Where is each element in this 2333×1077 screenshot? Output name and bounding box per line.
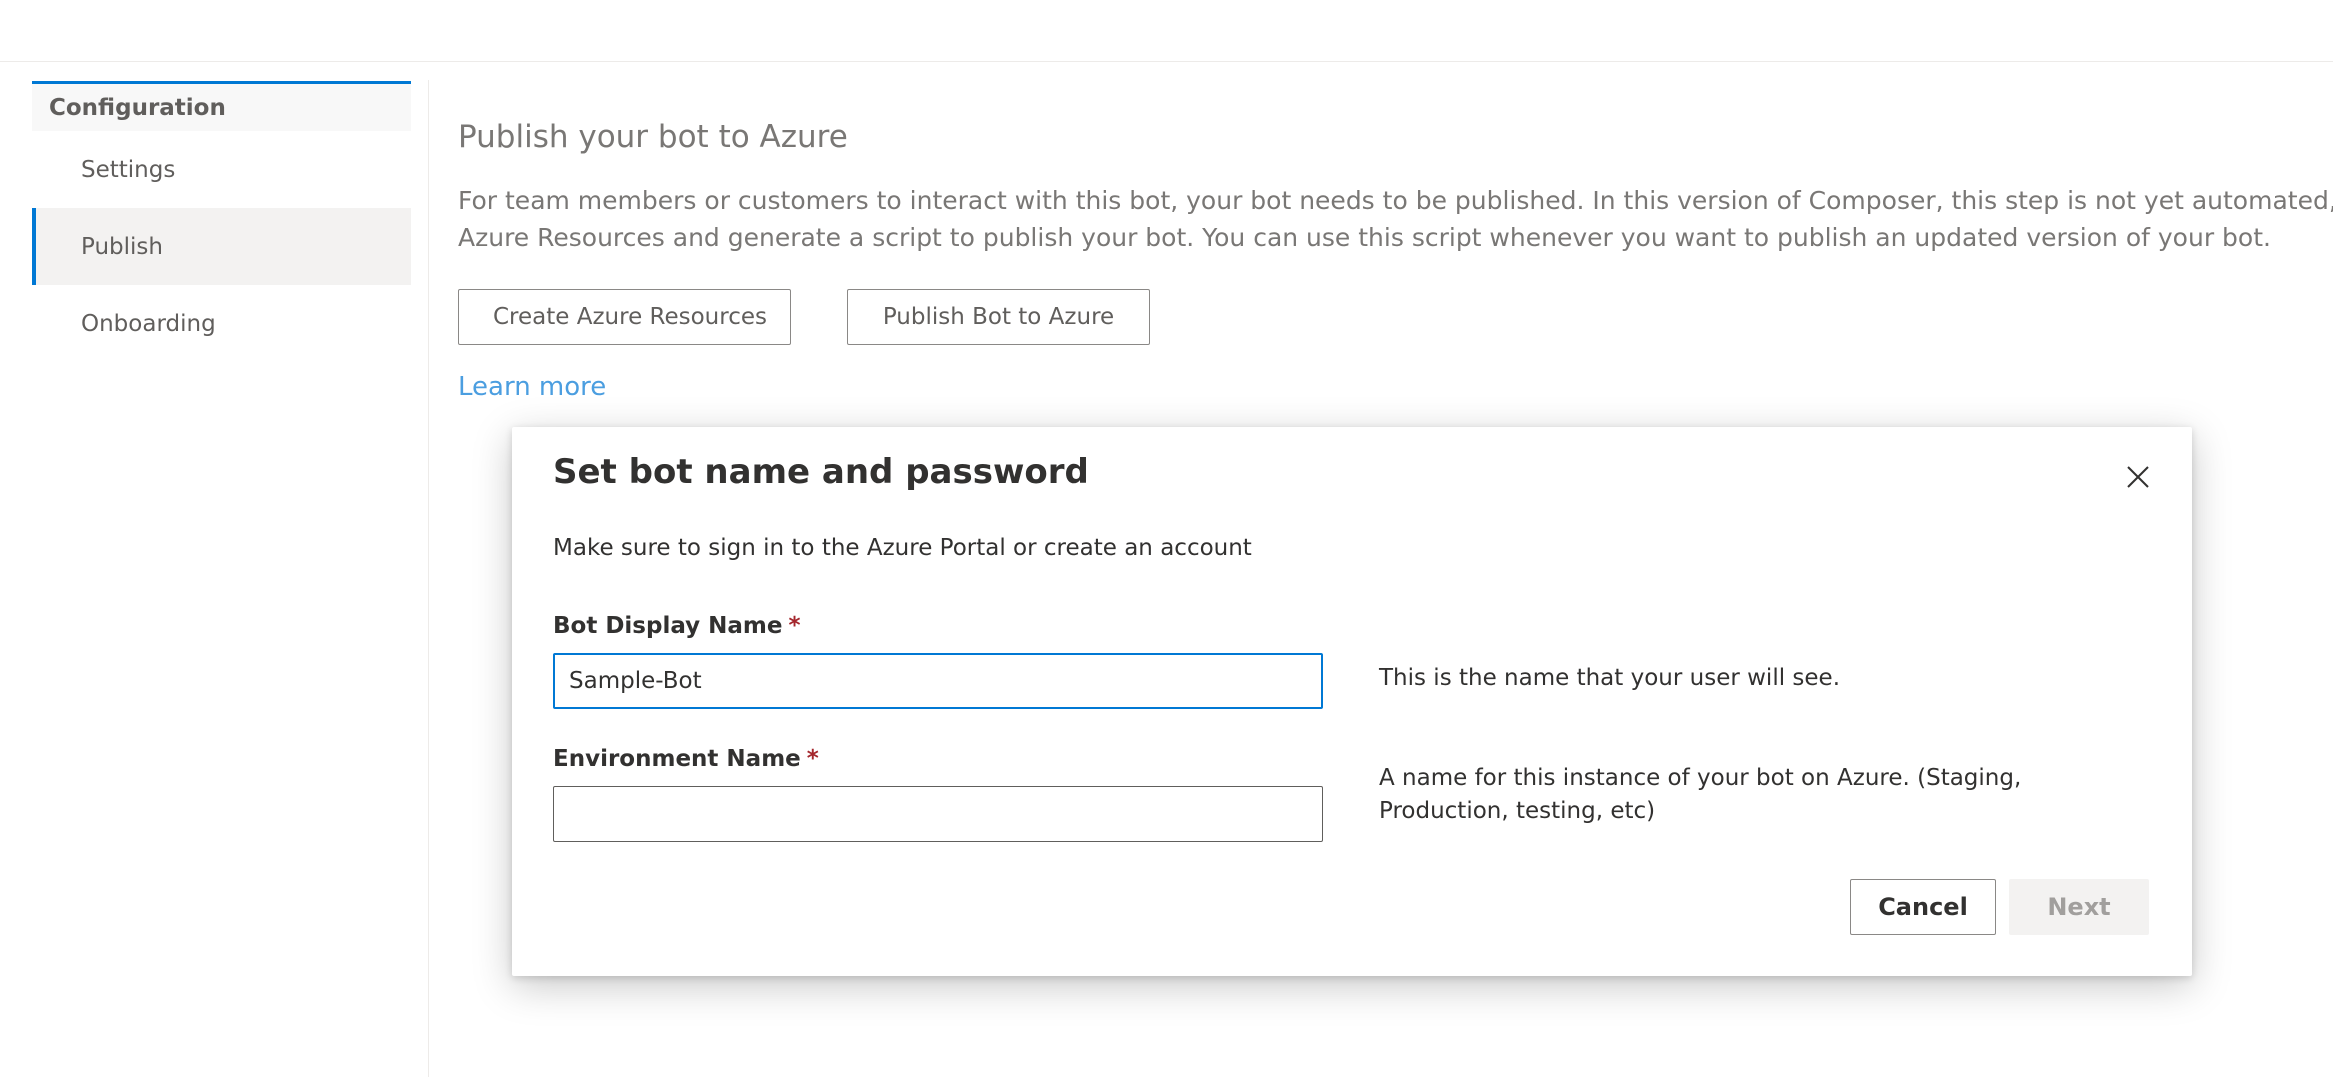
set-bot-name-dialog: Set bot name and password Make sure to s…: [512, 427, 2192, 976]
create-azure-resources-button[interactable]: Create Azure Resources: [458, 289, 791, 345]
sidebar-item-label: Settings: [81, 156, 176, 183]
sidebar-group-label: Configuration: [49, 94, 226, 121]
publish-bot-to-azure-button[interactable]: Publish Bot to Azure: [847, 289, 1150, 345]
top-bar: [0, 0, 2333, 62]
bot-display-name-hint: This is the name that your user will see…: [1379, 665, 1840, 691]
sidebar-item-onboarding[interactable]: Onboarding: [32, 285, 411, 362]
cancel-button[interactable]: Cancel: [1850, 879, 1996, 935]
next-button[interactable]: Next: [2009, 879, 2149, 935]
close-icon[interactable]: [2122, 461, 2154, 493]
environment-name-label-text: Environment Name: [553, 746, 801, 772]
sidebar-item-label: Publish: [81, 233, 163, 260]
environment-name-input[interactable]: [553, 786, 1323, 842]
page-title: Publish your bot to Azure: [458, 119, 848, 155]
dialog-subtitle: Make sure to sign in to the Azure Portal…: [553, 535, 1252, 561]
page-description: For team members or customers to interac…: [458, 182, 2333, 256]
sidebar-group-configuration: Configuration: [32, 81, 411, 131]
dialog-title: Set bot name and password: [553, 452, 1089, 492]
publish-page: Publish your bot to Azure For team membe…: [458, 110, 2333, 402]
bot-display-name-label: Bot Display Name *: [553, 613, 801, 639]
description-line-2: Azure Resources and generate a script to…: [458, 223, 2271, 252]
bot-display-name-label-text: Bot Display Name: [553, 613, 783, 639]
learn-more-link[interactable]: Learn more: [458, 372, 606, 402]
required-mark: *: [788, 613, 801, 639]
sidebar-item-label: Onboarding: [81, 310, 216, 337]
sidebar-divider: [428, 80, 429, 1077]
bot-display-name-input[interactable]: [553, 653, 1323, 709]
environment-name-hint: A name for this instance of your bot on …: [1379, 765, 2022, 824]
sidebar-item-publish[interactable]: Publish: [32, 208, 411, 285]
required-mark: *: [806, 746, 819, 772]
environment-name-label: Environment Name *: [553, 746, 819, 772]
settings-sidebar: Configuration Settings Publish Onboardin…: [32, 81, 411, 362]
sidebar-item-settings[interactable]: Settings: [32, 131, 411, 208]
description-line-1: For team members or customers to interac…: [458, 186, 2333, 215]
